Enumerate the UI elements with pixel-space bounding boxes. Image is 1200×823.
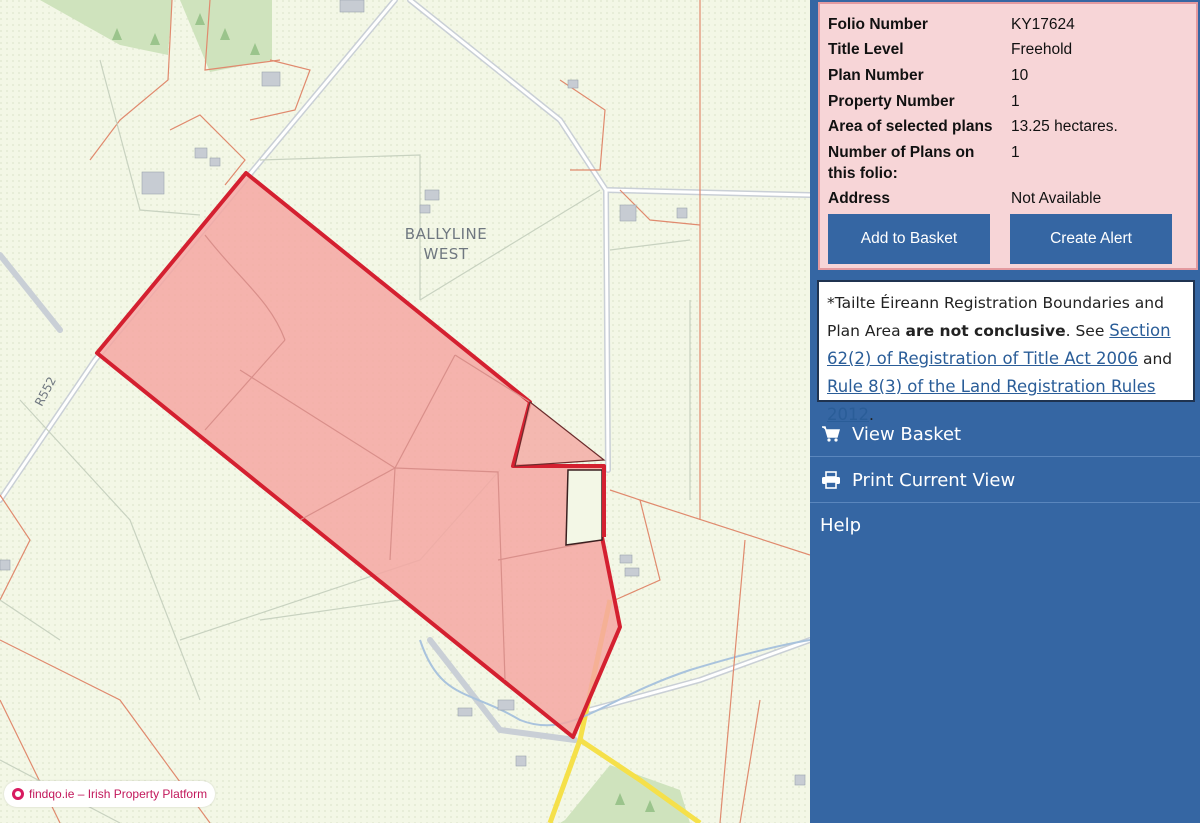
print-view-menu-item[interactable]: Print Current View bbox=[810, 458, 1200, 503]
map-view[interactable]: BALLYLINE WEST R552 findqo.ie – Irish Pr… bbox=[0, 0, 810, 823]
view-basket-menu-item[interactable]: View Basket bbox=[810, 412, 1200, 457]
address-value: Not Available bbox=[1011, 190, 1102, 207]
plan-number-value: 10 bbox=[1011, 67, 1029, 84]
notice-text-c: and bbox=[1142, 350, 1173, 368]
pin-icon bbox=[12, 788, 24, 800]
cart-icon bbox=[820, 424, 842, 444]
print-icon bbox=[820, 470, 842, 490]
create-alert-button[interactable]: Create Alert bbox=[1010, 214, 1172, 264]
plan-number-label: Plan Number bbox=[828, 67, 924, 84]
plans-count-label: Number of Plans on this folio: bbox=[828, 144, 975, 182]
folio-number-value: KY17624 bbox=[1011, 16, 1075, 33]
title-level-label: Title Level bbox=[828, 41, 904, 58]
notice-text-b: . See bbox=[1065, 322, 1105, 340]
watermark-text: findqo.ie – Irish Property Platform bbox=[29, 787, 208, 801]
folio-info-panel: Folio Number KY17624 Title Level Freehol… bbox=[818, 2, 1198, 270]
area-label: Area of selected plans bbox=[828, 118, 993, 135]
property-number-label: Property Number bbox=[828, 93, 955, 110]
area-value: 13.25 hectares. bbox=[1011, 118, 1118, 135]
sidebar: Folio Number KY17624 Title Level Freehol… bbox=[810, 0, 1200, 823]
view-basket-label: View Basket bbox=[852, 423, 962, 445]
plans-count-value: 1 bbox=[1011, 144, 1020, 161]
print-view-label: Print Current View bbox=[852, 469, 1016, 491]
title-level-value: Freehold bbox=[1011, 41, 1073, 58]
help-menu-item[interactable]: Help bbox=[810, 503, 1200, 548]
townland-name-line1: BALLYLINE bbox=[404, 225, 488, 243]
add-to-basket-button[interactable]: Add to Basket bbox=[828, 214, 990, 264]
disclaimer-notice: *Tailte Éireann Registration Boundaries … bbox=[817, 280, 1195, 424]
address-label: Address bbox=[828, 190, 891, 207]
help-label: Help bbox=[820, 515, 862, 536]
map-canvas bbox=[0, 0, 810, 823]
townland-label: BALLYLINE WEST bbox=[392, 224, 500, 264]
folio-number-label: Folio Number bbox=[828, 16, 928, 33]
excluded-plot bbox=[565, 469, 603, 546]
property-number-value: 1 bbox=[1011, 93, 1020, 110]
notice-bold: are not conclusive bbox=[905, 322, 1066, 340]
townland-name-line2: WEST bbox=[423, 245, 469, 263]
watermark: findqo.ie – Irish Property Platform bbox=[4, 781, 216, 807]
